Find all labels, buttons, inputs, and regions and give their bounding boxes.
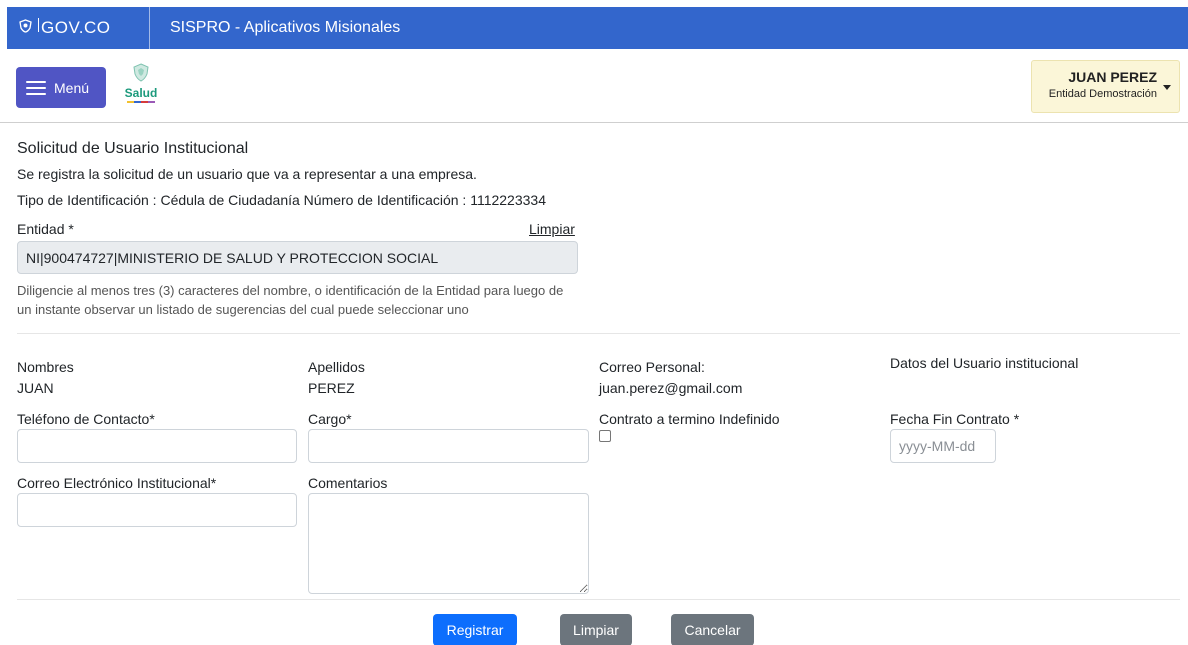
gov-shield-icon bbox=[19, 18, 32, 38]
cancelar-button[interactable]: Cancelar bbox=[671, 614, 754, 645]
comentarios-textarea[interactable] bbox=[308, 493, 589, 594]
caret-down-icon bbox=[1163, 85, 1171, 90]
user-menu[interactable]: JUAN PEREZ Entidad Demostración bbox=[1031, 60, 1180, 113]
apellidos-label: Apellidos bbox=[308, 359, 365, 375]
salud-logo-text: Salud bbox=[124, 86, 158, 100]
gov-logo-separator bbox=[38, 18, 39, 32]
datos-usuario-label: Datos del Usuario institucional bbox=[890, 355, 1079, 371]
contrato-label: Contrato a termino Indefinido bbox=[599, 411, 780, 427]
cargo-input[interactable] bbox=[308, 429, 589, 463]
fecha-fin-label: Fecha Fin Contrato * bbox=[890, 411, 1020, 427]
gov-topbar: GOV.CO SISPRO - Aplicativos Misionales bbox=[7, 7, 1188, 49]
section-divider bbox=[17, 333, 1180, 334]
correo-institucional-label: Correo Electrónico Institucional* bbox=[17, 475, 217, 491]
app-title[interactable]: SISPRO - Aplicativos Misionales bbox=[150, 19, 400, 37]
hamburger-icon bbox=[26, 77, 46, 99]
nombres-value: JUAN bbox=[17, 380, 54, 396]
header-divider bbox=[0, 122, 1188, 123]
entity-label: Entidad * bbox=[17, 221, 74, 237]
user-name: JUAN PEREZ bbox=[1068, 69, 1157, 85]
entity-hint: Diligencie al menos tres (3) caracteres … bbox=[17, 283, 564, 317]
identification-line: Tipo de Identificación : Cédula de Ciuda… bbox=[17, 192, 546, 208]
user-entity: Entidad Demostración bbox=[1048, 88, 1157, 100]
registrar-button[interactable]: Registrar bbox=[433, 614, 517, 645]
footer-divider bbox=[17, 599, 1180, 600]
page-description: Se registra la solicitud de un usuario q… bbox=[17, 166, 477, 182]
apellidos-value: PEREZ bbox=[308, 380, 355, 396]
contrato-indefinido-checkbox[interactable] bbox=[599, 430, 611, 442]
limpiar-button[interactable]: Limpiar bbox=[560, 614, 632, 645]
comentarios-label: Comentarios bbox=[308, 475, 388, 491]
fecha-fin-input[interactable] bbox=[890, 429, 996, 463]
gov-logo-text: GOV.CO bbox=[41, 18, 111, 37]
page-title: Solicitud de Usuario Institucional bbox=[17, 140, 249, 157]
salud-shield-icon bbox=[117, 63, 165, 85]
telefono-label: Teléfono de Contacto* bbox=[17, 411, 155, 427]
nombres-label: Nombres bbox=[17, 359, 74, 375]
correo-personal-value: juan.perez@gmail.com bbox=[599, 380, 743, 396]
cargo-label: Cargo* bbox=[308, 411, 352, 427]
menu-button[interactable]: Menú bbox=[16, 67, 106, 108]
gov-co-logo[interactable]: GOV.CO bbox=[7, 7, 150, 49]
entity-input[interactable] bbox=[17, 241, 578, 274]
menu-button-label: Menú bbox=[54, 79, 90, 96]
correo-institucional-input[interactable] bbox=[17, 493, 297, 527]
salud-logo-stripes bbox=[117, 101, 165, 103]
salud-logo: Salud bbox=[117, 63, 165, 109]
telefono-input[interactable] bbox=[17, 429, 297, 463]
entity-clear-link[interactable]: Limpiar bbox=[529, 221, 575, 237]
correo-personal-label: Correo Personal: bbox=[599, 359, 705, 375]
